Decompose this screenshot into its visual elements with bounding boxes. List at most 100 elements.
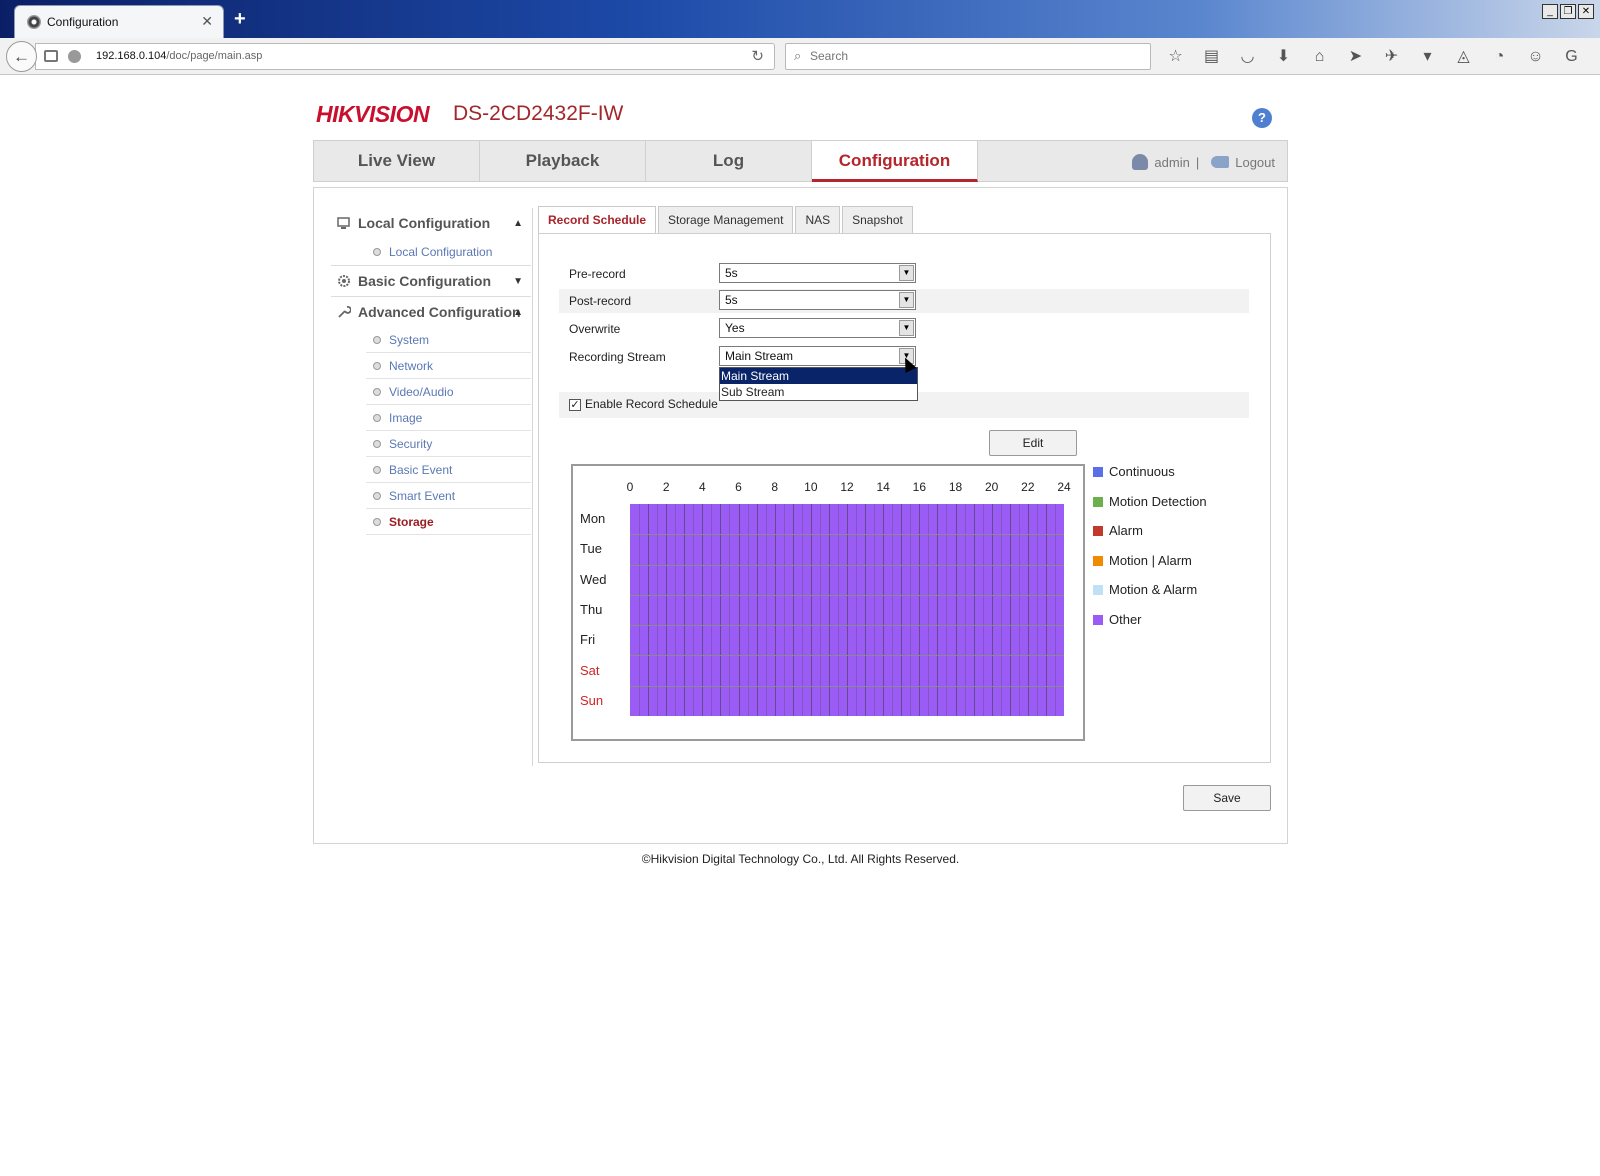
drop-icon[interactable]: ◬	[1450, 46, 1477, 68]
post-record-select[interactable]: 5s ▼	[719, 290, 916, 310]
grid-tick	[702, 504, 704, 716]
sidebar-item-image[interactable]: Image	[366, 405, 531, 431]
recording-stream-select[interactable]: Main Stream ▼	[719, 346, 916, 366]
tab-playback[interactable]: Playback	[480, 141, 646, 182]
home-icon[interactable]: ⌂	[1306, 46, 1333, 68]
minimize-icon[interactable]: _	[1542, 4, 1558, 19]
pre-record-select[interactable]: 5s ▼	[719, 263, 916, 283]
grid-tick	[747, 504, 749, 716]
logout-link[interactable]: Logout	[1235, 155, 1275, 170]
monitor-settings-icon	[337, 217, 350, 229]
camera-favicon-icon	[27, 15, 41, 29]
google-icon[interactable]: G	[1558, 46, 1585, 68]
tab-snapshot[interactable]: Snapshot	[842, 206, 913, 233]
schedule-grid-box: 0 2 4 6 8 10 12 14 16 18 20 22 24 Mon Tue Wed Thu Fri Sat…	[571, 464, 1085, 741]
sidebar-group-advanced-configuration[interactable]: Advanced Configuration ▲	[331, 296, 531, 327]
schedule-grid[interactable]	[630, 504, 1064, 716]
reading-list-icon[interactable]: ▤	[1198, 46, 1225, 68]
new-tab-button[interactable]: +	[234, 8, 246, 31]
chevron-up-icon[interactable]: ▲	[513, 208, 523, 239]
sidebar-item-basic-event[interactable]: Basic Event	[366, 457, 531, 483]
grid-row-divider	[630, 625, 1064, 627]
bookmark-star-icon[interactable]: ☆	[1162, 46, 1189, 68]
grid-tick	[765, 504, 767, 716]
tab-record-schedule[interactable]: Record Schedule	[538, 206, 657, 234]
sidebar-item-system[interactable]: System	[366, 327, 531, 353]
url-text[interactable]: 192.168.0.104/doc/page/main.asp	[96, 50, 262, 62]
sidebar-item-storage[interactable]: Storage	[366, 509, 531, 535]
back-button[interactable]: ←	[6, 41, 37, 72]
sidebar-item-local-configuration[interactable]: Local Configuration	[366, 239, 531, 265]
hour-label: 10	[804, 480, 818, 494]
help-icon[interactable]: ?	[1252, 108, 1272, 128]
reload-icon[interactable]: ↻	[751, 47, 764, 65]
tab-title: Configuration	[47, 15, 119, 29]
grid-tick	[729, 504, 731, 716]
sub-tabs: Record Schedule Storage Management NAS S…	[538, 206, 913, 234]
hour-label: 0	[626, 480, 634, 494]
hikvision-logo: HIKVISION	[316, 101, 430, 127]
site-identity-icon[interactable]	[68, 50, 81, 63]
enable-record-schedule-checkbox[interactable]: ✓	[569, 399, 581, 411]
chevron-down-icon[interactable]: ▼	[513, 266, 523, 297]
sidebar-item-video-audio[interactable]: Video/Audio	[366, 379, 531, 405]
option-sub-stream[interactable]: Sub Stream	[720, 384, 917, 400]
menu-icon[interactable]: ≡	[1594, 46, 1600, 68]
sidebar-item-network[interactable]: Network	[366, 353, 531, 379]
extension-icon[interactable]: ✈	[1378, 46, 1405, 68]
legend-label: Other	[1109, 611, 1142, 627]
recording-stream-label: Recording Stream	[569, 350, 666, 364]
legend-swatch	[1093, 496, 1103, 507]
restore-icon[interactable]: ❐	[1560, 4, 1576, 19]
grid-row-divider	[630, 685, 1064, 687]
close-window-icon[interactable]: ✕	[1578, 4, 1594, 19]
url-bar[interactable]: 192.168.0.104/doc/page/main.asp ↻	[35, 43, 775, 70]
pocket-icon[interactable]: ◡	[1234, 46, 1261, 68]
overwrite-select[interactable]: Yes ▼	[719, 318, 916, 338]
grid-tick	[837, 504, 839, 716]
sidebar-item-smart-event[interactable]: Smart Event	[366, 483, 531, 509]
bullet-icon	[373, 414, 381, 422]
browser-navbar: 192.168.0.104/doc/page/main.asp ↻ ← ⌕ ☆ …	[0, 38, 1600, 75]
grid-tick	[666, 504, 668, 716]
edit-button[interactable]: Edit	[989, 430, 1077, 456]
tab-storage-management[interactable]: Storage Management	[658, 206, 794, 233]
grid-tick	[937, 504, 939, 716]
dropdown-arrow-icon[interactable]: ▾	[1414, 46, 1441, 68]
legend-swatch	[1093, 467, 1103, 477]
tab-nas[interactable]: NAS	[795, 206, 841, 233]
dropdown-arrow-icon[interactable]: ▼	[899, 292, 914, 308]
window-controls: _ ❐ ✕	[1542, 4, 1594, 19]
legend-label: Motion | Alarm	[1109, 552, 1192, 568]
dropdown-arrow-icon[interactable]: ▼	[899, 265, 914, 281]
hour-label: 4	[698, 480, 706, 494]
bullet-icon	[373, 440, 381, 448]
sidebar-item-security[interactable]: Security	[366, 431, 531, 457]
tab-configuration[interactable]: Configuration	[812, 141, 978, 182]
sidebar-group-local-configuration[interactable]: Local Configuration ▲	[331, 208, 531, 239]
tab-log[interactable]: Log	[646, 141, 812, 182]
tab-live-view[interactable]: Live View	[314, 141, 480, 182]
browser-tab[interactable]: Configuration ✕	[14, 5, 224, 38]
browser-toolbar-icons: ☆ ▤ ◡ ⬇ ⌂ ➤ ✈ ▾ ◬ ◔ ☺ G ≡	[1162, 46, 1600, 68]
dropdown-arrow-icon[interactable]: ▼	[899, 320, 914, 336]
history-icon[interactable]: ◔	[1486, 46, 1513, 68]
logout-icon[interactable]	[1211, 156, 1230, 168]
sidebar-group-basic-configuration[interactable]: Basic Configuration ▼	[331, 265, 531, 296]
grid-tick	[901, 504, 903, 716]
download-icon[interactable]: ⬇	[1270, 46, 1297, 68]
chevron-up-icon[interactable]: ▲	[513, 297, 523, 328]
tab-close-icon[interactable]: ✕	[201, 13, 213, 30]
send-icon[interactable]: ➤	[1342, 46, 1369, 68]
username: admin	[1154, 154, 1190, 170]
save-button[interactable]: Save	[1183, 785, 1271, 811]
search-input[interactable]	[810, 49, 1130, 63]
smiley-icon[interactable]: ☺	[1522, 46, 1549, 68]
device-model: DS-2CD2432F-IW	[453, 102, 624, 125]
browser-search-bar[interactable]: ⌕	[785, 43, 1151, 70]
option-main-stream[interactable]: Main Stream	[720, 368, 917, 384]
wrench-icon	[338, 306, 351, 318]
grid-tick	[819, 504, 821, 716]
sidebar-divider	[532, 208, 533, 766]
grid-tick	[865, 504, 867, 716]
